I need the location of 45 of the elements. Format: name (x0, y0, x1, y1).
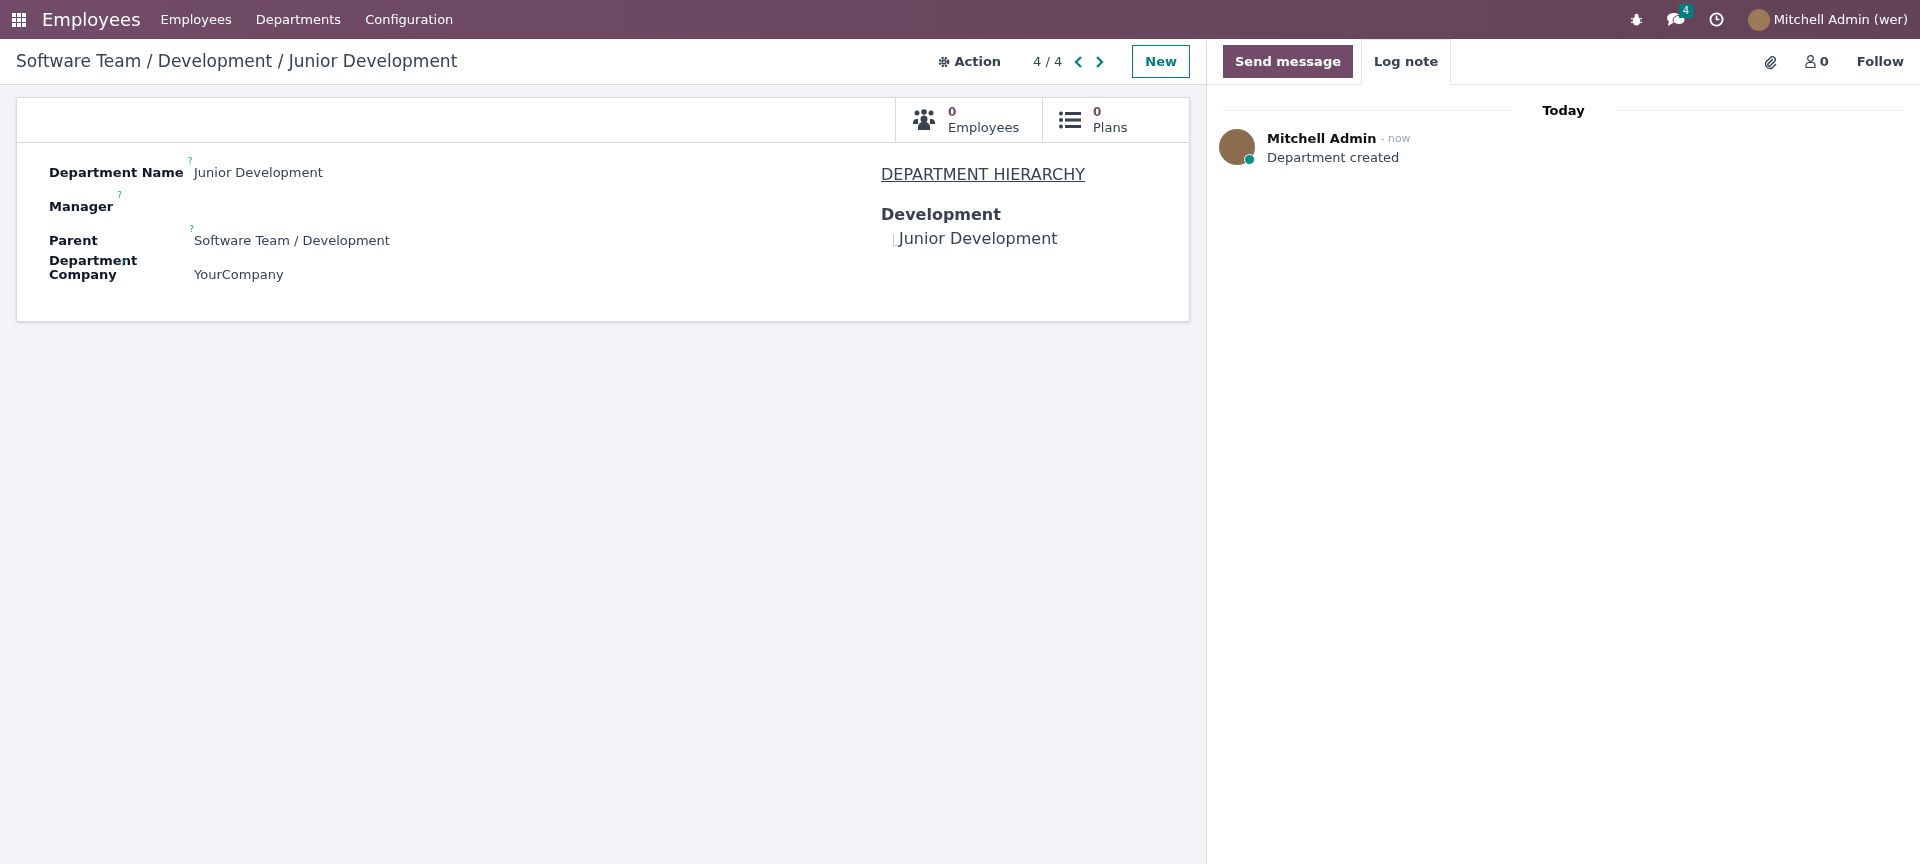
date-separator: Today (1541, 102, 1586, 120)
stat-label: Plans (1093, 120, 1128, 135)
action-button[interactable]: Action (930, 47, 1010, 76)
message-count-badge: 4 (1678, 4, 1693, 18)
new-button[interactable]: New (1132, 44, 1190, 79)
clock-icon[interactable] (1708, 12, 1724, 27)
stat-button[interactable]: 0 Employees (895, 98, 1042, 142)
field-label: Department Name (49, 164, 184, 182)
paperclip-icon[interactable] (1762, 53, 1777, 70)
field-label: Company (49, 267, 117, 284)
field-value: Junior Development (194, 164, 323, 182)
message-time: - now (1380, 130, 1411, 147)
tree-connector (893, 234, 899, 246)
section-heading: DEPARTMENT HIERARCHY (881, 164, 1086, 186)
app-name[interactable]: Employees (42, 6, 141, 33)
author-avatar (1219, 128, 1255, 165)
field-label: Manager (49, 198, 114, 216)
bug-icon[interactable] (1629, 13, 1643, 26)
stat-button[interactable]: 0 Plans (1042, 98, 1189, 142)
menu-item[interactable]: Configuration (365, 9, 454, 30)
stat-count: 0 (1093, 105, 1103, 120)
stat-count: 0 (948, 105, 958, 120)
breadcrumb: Software Team / Development / Junior Development (16, 49, 458, 73)
menu-item[interactable]: Departments (255, 9, 342, 30)
parent-department: Development (881, 204, 1002, 226)
field-value: YourCompany (194, 266, 284, 284)
chatter-tab[interactable]: Log note (1361, 38, 1452, 85)
message-body: Department created (1267, 148, 1401, 167)
follow-button[interactable]: Follow (1856, 51, 1904, 72)
followers-count[interactable]: 0 (1819, 51, 1829, 72)
list-icon (1059, 111, 1081, 129)
menu-item[interactable]: Employees (160, 9, 232, 30)
pager-value[interactable]: 4 / 4 (1033, 51, 1063, 72)
child-department[interactable]: Junior Development (899, 227, 1058, 251)
field-value: Software Team / Development (194, 232, 390, 250)
person-icon[interactable] (1804, 55, 1816, 68)
user-name[interactable]: Mitchell Admin (wer) (1773, 9, 1908, 30)
gear-icon (938, 55, 951, 68)
app-menu-icon[interactable] (12, 12, 26, 27)
author-name: Mitchell Admin (1267, 129, 1377, 148)
previous-icon[interactable] (1074, 55, 1084, 68)
stat-label: Employees (948, 120, 1020, 135)
next-icon[interactable] (1095, 55, 1105, 68)
chatter-tab[interactable]: Send message (1223, 44, 1353, 79)
people-icon (912, 109, 936, 131)
